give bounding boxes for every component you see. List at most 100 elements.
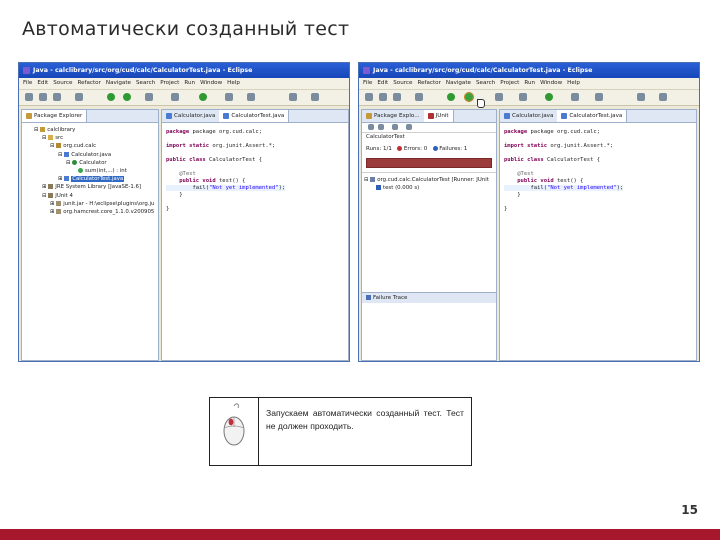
window-title: Java - calclibrary/src/org/cud/calc/Calc… <box>33 67 253 74</box>
print-icon[interactable] <box>393 93 401 101</box>
back-icon[interactable] <box>289 93 297 101</box>
eclipse-window-right: Java - calclibrary/src/org/cud/calc/Calc… <box>358 62 700 362</box>
code-line: public void test() { <box>179 178 246 184</box>
open-type-icon[interactable] <box>571 93 579 101</box>
run-icon[interactable] <box>123 93 131 101</box>
annotation-icon[interactable] <box>595 93 603 101</box>
menu-source[interactable]: Source <box>53 80 72 86</box>
external-tools-icon[interactable] <box>545 93 553 101</box>
new-java-project-icon[interactable] <box>145 93 153 101</box>
menu-file[interactable]: File <box>23 80 32 86</box>
menu-refactor[interactable]: Refactor <box>77 80 100 86</box>
menu-search[interactable]: Search <box>476 80 495 86</box>
save-icon[interactable] <box>379 93 387 101</box>
java-file-icon <box>64 176 70 182</box>
menu-search[interactable]: Search <box>136 80 155 86</box>
tab-junit[interactable]: JUnit <box>423 110 454 122</box>
menu-source[interactable]: Source <box>393 80 412 86</box>
tree-item-package[interactable]: ⊟ org.cud.calc <box>24 142 156 150</box>
jar-icon <box>56 200 62 206</box>
window-titlebar: Java - calclibrary/src/org/cud/calc/Calc… <box>359 63 699 78</box>
package-explorer-icon <box>26 112 32 119</box>
failure-icon <box>432 146 438 151</box>
tab-calculatortest-java[interactable]: CalculatorTest.java <box>557 110 628 122</box>
tree-item-jre[interactable]: ⊞ JRE System Library [JavaSE-1.6] <box>24 183 156 191</box>
tree-item-project[interactable]: ⊟ calclibrary <box>24 126 156 134</box>
rerun-icon[interactable] <box>392 124 398 130</box>
search-icon[interactable] <box>519 93 527 101</box>
code-editor[interactable]: package package org.cud.calc; import sta… <box>500 123 696 219</box>
tree-item-src[interactable]: ⊟ src <box>24 134 156 142</box>
tree-item-calculatortest-java[interactable]: ⊞ CalculatorTest.java <box>24 175 156 183</box>
menu-navigate[interactable]: Navigate <box>106 80 131 86</box>
tree-item-junit-jar[interactable]: ⊞ junit.jar - H:\eclipse\plugins\org.ju <box>24 200 156 208</box>
menu-project[interactable]: Project <box>160 80 179 86</box>
java-file-icon <box>223 112 230 119</box>
menu-run[interactable]: Run <box>524 80 535 86</box>
print-icon[interactable] <box>53 93 61 101</box>
junit-progress-bar <box>366 158 492 168</box>
annotation-icon[interactable] <box>247 93 255 101</box>
code-line: public void test() { <box>517 178 584 184</box>
failure-trace-header: Failure Trace <box>362 292 496 303</box>
failures-count: 1 <box>463 146 468 152</box>
build-icon[interactable] <box>415 93 423 101</box>
runs-count: 1/1 <box>383 146 392 152</box>
tab-calculator-java[interactable]: Calculator.java <box>500 110 557 122</box>
package-explorer-view: Package Explorer ⊟ calclibrary ⊟ src ⊟ o… <box>21 109 159 361</box>
mouse-icon <box>223 403 245 446</box>
prev-failure-icon[interactable] <box>378 124 384 130</box>
open-type-icon[interactable] <box>225 93 233 101</box>
menu-window[interactable]: Window <box>200 80 222 86</box>
menu-bar: File Edit Source Refactor Navigate Search Proj… <box>19 78 349 90</box>
menu-refactor[interactable]: Refactor <box>417 80 440 86</box>
next-failure-icon[interactable] <box>368 124 374 130</box>
tree-item-test-method[interactable]: test (0.000 s) <box>364 184 494 192</box>
menu-run[interactable]: Run <box>184 80 195 86</box>
tree-item-test-class[interactable]: ⊟ org.cud.calc.CalculatorTest [Runner: J… <box>364 176 494 184</box>
build-icon[interactable] <box>75 93 83 101</box>
menu-file[interactable]: File <box>363 80 372 86</box>
new-icon[interactable] <box>365 93 373 101</box>
debug-icon[interactable] <box>107 93 115 101</box>
tree-item-calculator-java[interactable]: ⊟ Calculator.java <box>24 151 156 159</box>
code-line: } <box>517 192 521 198</box>
menu-help[interactable]: Help <box>567 80 580 86</box>
tree-item-calculator-class[interactable]: ⊟ Calculator <box>24 159 156 167</box>
new-java-project-icon[interactable] <box>495 93 503 101</box>
menu-window[interactable]: Window <box>540 80 562 86</box>
menu-help[interactable]: Help <box>227 80 240 86</box>
stop-icon[interactable] <box>406 124 412 130</box>
external-tools-icon[interactable] <box>199 93 207 101</box>
debug-icon[interactable] <box>447 93 455 101</box>
junit-test-name: CalculatorTest <box>366 134 405 140</box>
forward-icon[interactable] <box>311 93 319 101</box>
menu-navigate[interactable]: Navigate <box>446 80 471 86</box>
tab-package-explorer[interactable]: Package Explo... <box>362 110 424 122</box>
back-icon[interactable] <box>637 93 645 101</box>
tab-calculator-java[interactable]: Calculator.java <box>162 110 219 122</box>
package-explorer-tabbar: Package Explorer <box>22 110 158 123</box>
forward-icon[interactable] <box>659 93 667 101</box>
code-line: import static org.junit.Assert.*; <box>504 143 614 149</box>
tab-package-explorer[interactable]: Package Explorer <box>22 110 88 122</box>
menu-edit[interactable]: Edit <box>377 80 388 86</box>
search-icon[interactable] <box>171 93 179 101</box>
junit-tabbar: Package Explo... JUnit <box>362 110 496 123</box>
save-icon[interactable] <box>39 93 47 101</box>
code-editor[interactable]: package package org.cud.calc; import sta… <box>162 123 348 219</box>
new-icon[interactable] <box>25 93 33 101</box>
menu-project[interactable]: Project <box>500 80 519 86</box>
window-titlebar: Java - calclibrary/src/org/cud/calc/Calc… <box>19 63 349 78</box>
tree-item-hamcrest[interactable]: ⊞ org.hamcrest.core_1.1.0.v200905 <box>24 208 156 216</box>
java-file-icon <box>561 112 568 119</box>
tree-item-junit4[interactable]: ⊟ JUnit 4 <box>24 192 156 200</box>
code-line: import static org.junit.Assert.*; <box>166 143 276 149</box>
menu-edit[interactable]: Edit <box>37 80 48 86</box>
test-suite-icon <box>370 177 376 182</box>
run-icon[interactable] <box>464 92 474 102</box>
tree-item-sum-method[interactable]: sum(int,...) : int <box>24 167 156 175</box>
tab-calculatortest-java[interactable]: CalculatorTest.java <box>219 110 290 122</box>
error-icon <box>397 146 403 151</box>
toolbar <box>359 90 699 108</box>
